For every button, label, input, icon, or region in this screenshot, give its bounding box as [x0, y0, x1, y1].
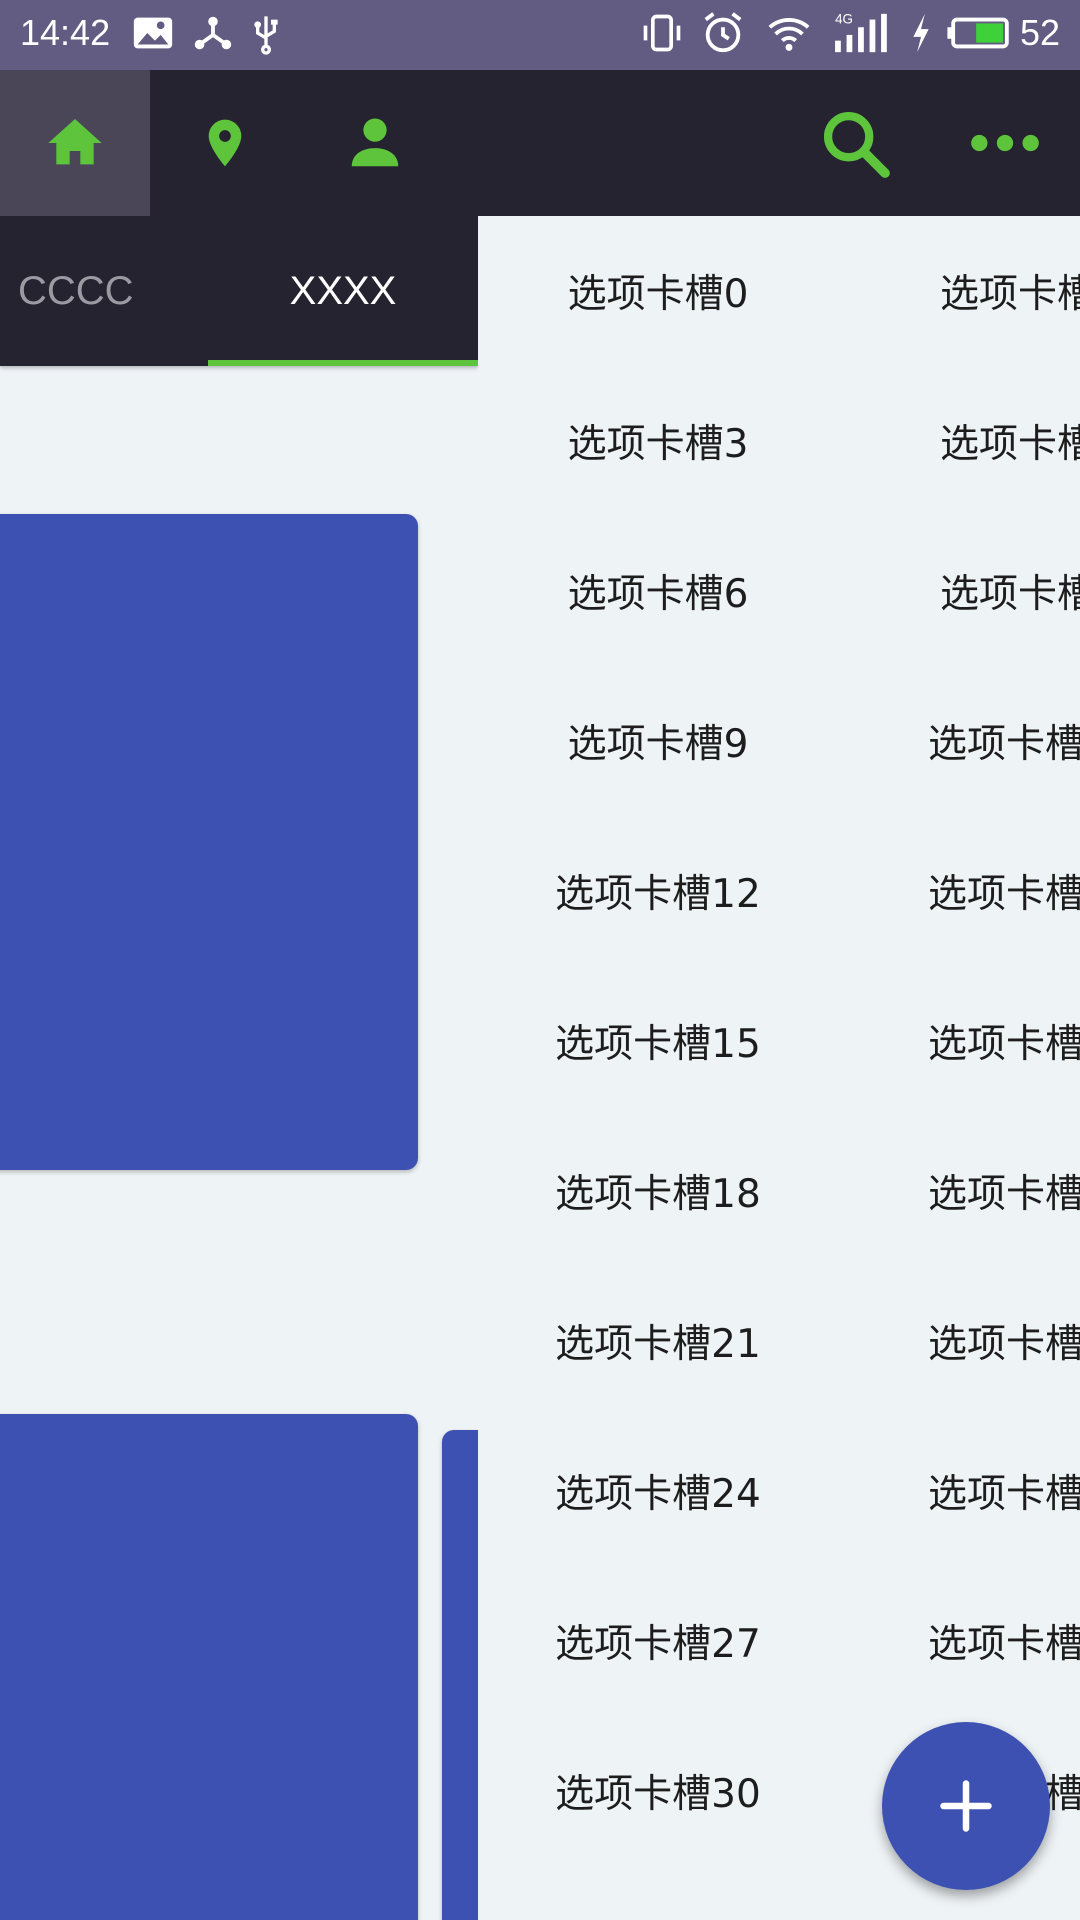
- grid-item[interactable]: 选项卡槽3: [478, 366, 838, 516]
- grid-item[interactable]: 选项卡槽27: [478, 1566, 838, 1716]
- grid-item[interactable]: 选项卡槽: [826, 966, 1080, 1116]
- usb-icon: [254, 16, 278, 55]
- grid-item[interactable]: 选项卡槽: [838, 516, 1080, 666]
- grid-item[interactable]: 选项卡槽: [826, 1416, 1080, 1566]
- signal-4g-icon: 4G: [835, 11, 887, 53]
- charging-icon: [913, 13, 929, 53]
- grid-item[interactable]: 选项卡槽: [838, 216, 1080, 366]
- search-icon: [823, 111, 890, 178]
- grid-item[interactable]: 选项卡槽: [838, 366, 1080, 516]
- grid-item[interactable]: 选项卡槽18: [478, 1116, 838, 1266]
- tab-xxxx[interactable]: XXXX: [208, 216, 478, 366]
- card[interactable]: [0, 1414, 418, 1920]
- share-hub-icon: [194, 16, 232, 50]
- grid-item[interactable]: 选项卡槽12: [478, 816, 838, 966]
- image-icon: [133, 17, 173, 49]
- plus-icon: [940, 1780, 992, 1832]
- battery-level: 52: [1019, 12, 1060, 53]
- tab-bar: CCCC XXXX: [0, 216, 478, 366]
- toolbar: [0, 70, 1080, 216]
- tab-cccc[interactable]: CCCC: [18, 216, 134, 366]
- profile-button[interactable]: [300, 70, 450, 216]
- grid-item[interactable]: 选项卡槽9: [478, 666, 838, 816]
- battery-icon: [947, 17, 1009, 49]
- location-button[interactable]: [150, 70, 300, 216]
- card[interactable]: [0, 514, 418, 1170]
- status-time: 14:42: [20, 12, 111, 53]
- location-pin-icon: [208, 119, 242, 167]
- grid-item[interactable]: 选项卡槽21: [478, 1266, 838, 1416]
- grid-item[interactable]: 选项卡槽: [826, 1266, 1080, 1416]
- person-icon: [351, 118, 399, 167]
- grid-item[interactable]: 选项卡槽15: [478, 966, 838, 1116]
- grid-item[interactable]: 选项卡槽: [826, 816, 1080, 966]
- home-icon: [48, 119, 102, 165]
- grid-item[interactable]: 选项卡槽: [826, 1566, 1080, 1716]
- more-dots-icon: [971, 134, 1039, 152]
- left-pane: CCCC XXXX: [0, 216, 478, 1920]
- grid-item[interactable]: 选项卡槽6: [478, 516, 838, 666]
- grid-item[interactable]: 选项卡槽: [826, 1116, 1080, 1266]
- home-button[interactable]: [0, 70, 150, 216]
- search-button[interactable]: [780, 70, 930, 216]
- wifi-icon: [768, 18, 810, 51]
- tab-indicator: [208, 360, 478, 366]
- grid-item[interactable]: 选项卡槽24: [478, 1416, 838, 1566]
- grid-item[interactable]: 选项卡槽0: [478, 216, 838, 366]
- tab-slot-grid: 选项卡槽0 选项卡槽 选项卡槽3 选项卡槽 选项卡槽6 选项卡槽 选项卡槽9 选…: [478, 216, 1080, 1920]
- grid-item[interactable]: 选项卡槽30: [478, 1716, 838, 1866]
- vibrate-icon: [643, 14, 681, 52]
- add-fab-button[interactable]: [882, 1722, 1050, 1890]
- more-options-button[interactable]: [930, 70, 1080, 216]
- grid-item[interactable]: 选项卡槽: [826, 666, 1080, 816]
- alarm-icon: [704, 12, 742, 53]
- card[interactable]: [442, 1430, 478, 1920]
- svg-text:4G: 4G: [835, 11, 853, 26]
- status-bar: 14:42 4G 52: [0, 0, 1080, 70]
